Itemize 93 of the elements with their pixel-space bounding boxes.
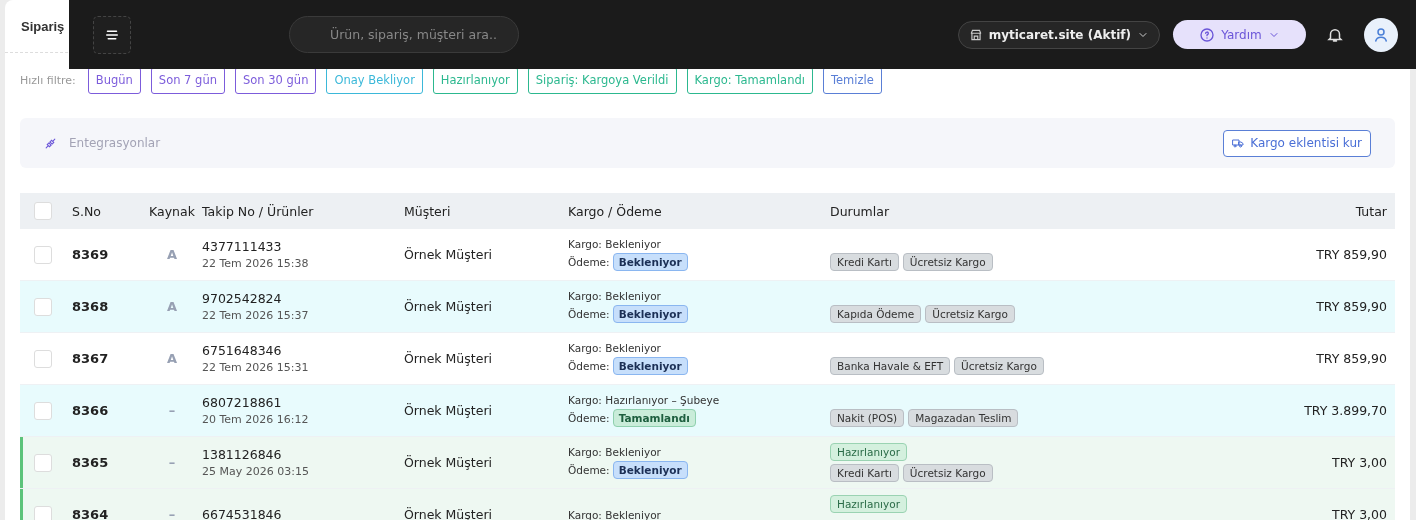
source-cell: A xyxy=(166,299,178,314)
amount-cell-text: TRY 3,00 xyxy=(1332,455,1388,470)
help-button[interactable]: Yardım xyxy=(1173,20,1306,49)
store-selector[interactable]: myticaret.site (Aktif) xyxy=(957,20,1160,49)
column-header: Müşteri xyxy=(404,203,452,219)
menu-button[interactable] xyxy=(93,15,131,54)
select-all-checkbox[interactable] xyxy=(34,202,52,220)
tracking-number: 4377111433 xyxy=(202,239,283,254)
customer-name: Örnek Müşteri xyxy=(404,403,493,418)
tracking-number: 6751648346 xyxy=(202,343,283,358)
payment-label: Ödeme: xyxy=(568,360,610,372)
help-icon xyxy=(1199,26,1216,43)
truck-icon xyxy=(1232,137,1245,149)
amount-cell-text: TRY 859,90 xyxy=(1316,299,1388,314)
column-header: Durumlar xyxy=(830,203,891,219)
cargo-status: Kargo: Bekleniyor xyxy=(568,238,662,250)
row-checkbox[interactable] xyxy=(34,453,52,472)
info-tag: Magazadan Teslim xyxy=(908,409,1019,427)
cargo-status: Kargo: Bekleniyor xyxy=(568,446,662,458)
order-date: 20 Tem 2026 16:12 xyxy=(202,413,310,426)
tracking-number: 1381126846 xyxy=(202,447,283,462)
payment-badge: Bekleniyor xyxy=(612,357,688,375)
column-header: Kargo / Ödeme xyxy=(568,203,663,219)
info-tag: Ücretsiz Kargo xyxy=(902,253,993,271)
amount-cell-text: TRY 3,00 xyxy=(1332,507,1388,520)
order-number: 8368 xyxy=(72,299,110,314)
amount-cell-text: TRY 859,90 xyxy=(1316,247,1388,262)
order-date: 22 Tem 2026 15:31 xyxy=(202,361,310,374)
column-header: Kaynak xyxy=(149,203,195,219)
tracking-number: 6674531846 xyxy=(202,507,283,520)
search-field[interactable]: Ürün, sipariş, müşteri ara.. xyxy=(289,16,519,53)
cargo-status: Kargo: Bekleniyor xyxy=(568,342,662,354)
source-cell: – xyxy=(168,455,176,470)
payment-label: Ödeme: xyxy=(568,308,610,320)
info-tag: Banka Havale & EFT xyxy=(830,357,951,375)
tracking-number: 6807218861 xyxy=(202,395,283,410)
column-header: Takip No / Ürünler xyxy=(202,203,315,219)
integrations-label: Entegrasyonlar xyxy=(69,136,161,150)
column-header: S.No xyxy=(72,203,102,219)
user-avatar[interactable] xyxy=(1364,17,1398,52)
source-cell: – xyxy=(168,403,176,418)
payment-badge: Bekleniyor xyxy=(612,461,688,479)
amount-cell-text: TRY 859,90 xyxy=(1316,351,1388,366)
column-header: Tutar xyxy=(1355,203,1387,219)
payment-label: Ödeme: xyxy=(568,464,610,476)
order-date: 25 May 2026 03:15 xyxy=(202,465,310,478)
row-checkbox[interactable] xyxy=(34,245,52,264)
order-number: 8365 xyxy=(72,455,110,470)
install-cargo-plugin-button[interactable]: Kargo eklentisi kur xyxy=(1223,129,1371,157)
source-cell: – xyxy=(168,507,176,520)
status-badge: Hazırlanıyor xyxy=(830,443,907,461)
source-cell: A xyxy=(166,351,178,366)
status-badge: Hazırlanıyor xyxy=(830,495,907,513)
info-tag: Kredi Kartı xyxy=(830,253,899,271)
order-number: 8367 xyxy=(72,351,110,366)
payment-label: Ödeme: xyxy=(568,412,610,424)
order-number: 8364 xyxy=(72,507,110,520)
customer-name: Örnek Müşteri xyxy=(404,247,493,262)
order-row[interactable]: 8368 A 9702542824 22 Tem 2026 15:37 Örnek Müşteri Kargo: Bekleniyor Ödeme: Bekleniyor Kapıda Ödeme Ücretsiz Kargo TRY 859,90 xyxy=(20,281,1395,333)
payment-badge: Bekleniyor xyxy=(612,305,688,323)
row-checkbox[interactable] xyxy=(34,401,52,420)
order-number: 8366 xyxy=(72,403,110,418)
cargo-status: Kargo: Hazırlanıyor – Şubeye xyxy=(568,394,721,406)
customer-name: Örnek Müşteri xyxy=(404,351,493,366)
info-tag: Kapıda Ödeme xyxy=(830,305,922,323)
page-title: Sipariş xyxy=(21,18,65,34)
row-checkbox[interactable] xyxy=(34,297,52,316)
filter-label: Hızlı filtre: xyxy=(20,73,76,87)
cargo-status: Kargo: Bekleniyor xyxy=(568,290,662,302)
order-row[interactable]: 8366 – 6807218861 20 Tem 2026 16:12 Örnek Müşteri Kargo: Hazırlanıyor – Şubeye Ödeme: Tamamlandı Nakit (POS) Magazadan Teslim TRY 3.899,70 xyxy=(20,385,1395,437)
plug-icon xyxy=(44,136,57,150)
store-icon xyxy=(968,27,983,42)
cargo-status: Kargo: Bekleniyor xyxy=(568,508,662,520)
order-number: 8369 xyxy=(72,247,110,262)
order-row[interactable]: 8365 – 1381126846 25 May 2026 03:15 Örnek Müşteri Kargo: Bekleniyor Ödeme: Bekleniyor Hazırlanıyor Kredi Kartı Ücretsiz Kargo TRY 3,00 xyxy=(20,437,1395,489)
order-date: 22 Tem 2026 15:38 xyxy=(202,257,310,270)
payment-label: Ödeme: xyxy=(568,256,610,268)
info-tag: Ücretsiz Kargo xyxy=(954,357,1044,375)
info-tag: Ücretsiz Kargo xyxy=(902,464,993,482)
customer-name: Örnek Müşteri xyxy=(404,455,493,470)
info-tag: Nakit (POS) xyxy=(830,409,905,427)
info-tag: Ücretsiz Kargo xyxy=(925,305,1015,323)
payment-badge: Bekleniyor xyxy=(612,253,688,271)
user-icon xyxy=(1372,25,1390,44)
amount-cell-text: TRY 3.899,70 xyxy=(1304,403,1388,418)
info-tag: Kredi Kartı xyxy=(830,464,899,482)
payment-badge: Tamamlandı xyxy=(612,409,696,427)
source-cell: A xyxy=(166,247,178,262)
order-date: 22 Tem 2026 15:37 xyxy=(202,309,310,322)
tracking-number: 9702542824 xyxy=(202,291,283,306)
row-checkbox[interactable] xyxy=(34,505,52,520)
customer-name: Örnek Müşteri xyxy=(404,299,493,314)
row-checkbox[interactable] xyxy=(34,349,52,368)
